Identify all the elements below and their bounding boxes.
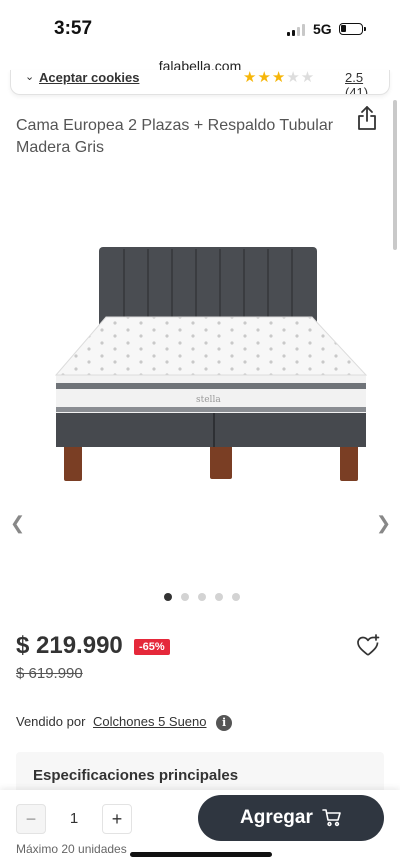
seller-label: Vendido por (16, 714, 86, 729)
increase-quantity-button[interactable]: + (102, 804, 132, 834)
gallery-prev-chevron-left-icon[interactable]: ❮ (10, 513, 25, 534)
specifications-title: Especificaciones principales (33, 767, 239, 784)
current-price: $ 219.990 (16, 632, 123, 659)
share-icon[interactable] (355, 105, 379, 131)
home-indicator (130, 852, 272, 857)
gallery-dot-2[interactable] (181, 593, 189, 601)
cookie-banner: ⌄ Aceptar cookies ★★★★★ 2.5 (41) (10, 70, 390, 95)
discount-badge: -65% (134, 639, 170, 655)
accept-cookies-link[interactable]: Aceptar cookies (39, 70, 139, 85)
gallery-dot-5[interactable] (232, 593, 240, 601)
quantity-stepper: − 1 + (16, 804, 134, 838)
cellular-signal-icon (287, 24, 309, 36)
gallery-dot-4[interactable] (215, 593, 223, 601)
decrease-quantity-button[interactable]: − (16, 804, 46, 834)
cart-icon (322, 809, 341, 827)
add-to-cart-label: Agregar (240, 807, 313, 828)
battery-icon (339, 23, 366, 35)
gallery-pagination (164, 588, 249, 606)
status-bar: 3:57 5G (0, 0, 400, 56)
quantity-value[interactable]: 1 (56, 810, 92, 827)
info-icon[interactable]: i (216, 714, 233, 731)
max-units-note: Máximo 20 unidades (16, 842, 127, 856)
rating-stars: ★★★★★ (243, 70, 316, 86)
gallery-dot-1[interactable] (164, 593, 172, 601)
status-time: 3:57 (54, 18, 93, 39)
original-price: $ 619.990 (16, 665, 83, 682)
add-to-cart-button[interactable]: Agregar (198, 795, 384, 841)
seller-info: Vendido por Colchones 5 Sueno i (16, 714, 233, 731)
price-row: $ 219.990 -65% (16, 632, 170, 660)
gallery-next-chevron-right-icon[interactable]: ❯ (376, 513, 391, 534)
product-image-gallery[interactable]: stella ❮ ❯ (0, 150, 400, 610)
wishlist-heart-icon[interactable] (355, 634, 381, 658)
chevron-down-icon: ⌄ (25, 71, 35, 83)
gallery-dot-3[interactable] (198, 593, 206, 601)
seller-link[interactable]: Colchones 5 Sueno (93, 714, 206, 729)
mattress-brand-label: stella (196, 395, 221, 405)
rating-count-link[interactable]: 2.5 (41) (345, 70, 389, 94)
network-type: 5G (313, 21, 332, 37)
product-image: stella (54, 247, 368, 481)
